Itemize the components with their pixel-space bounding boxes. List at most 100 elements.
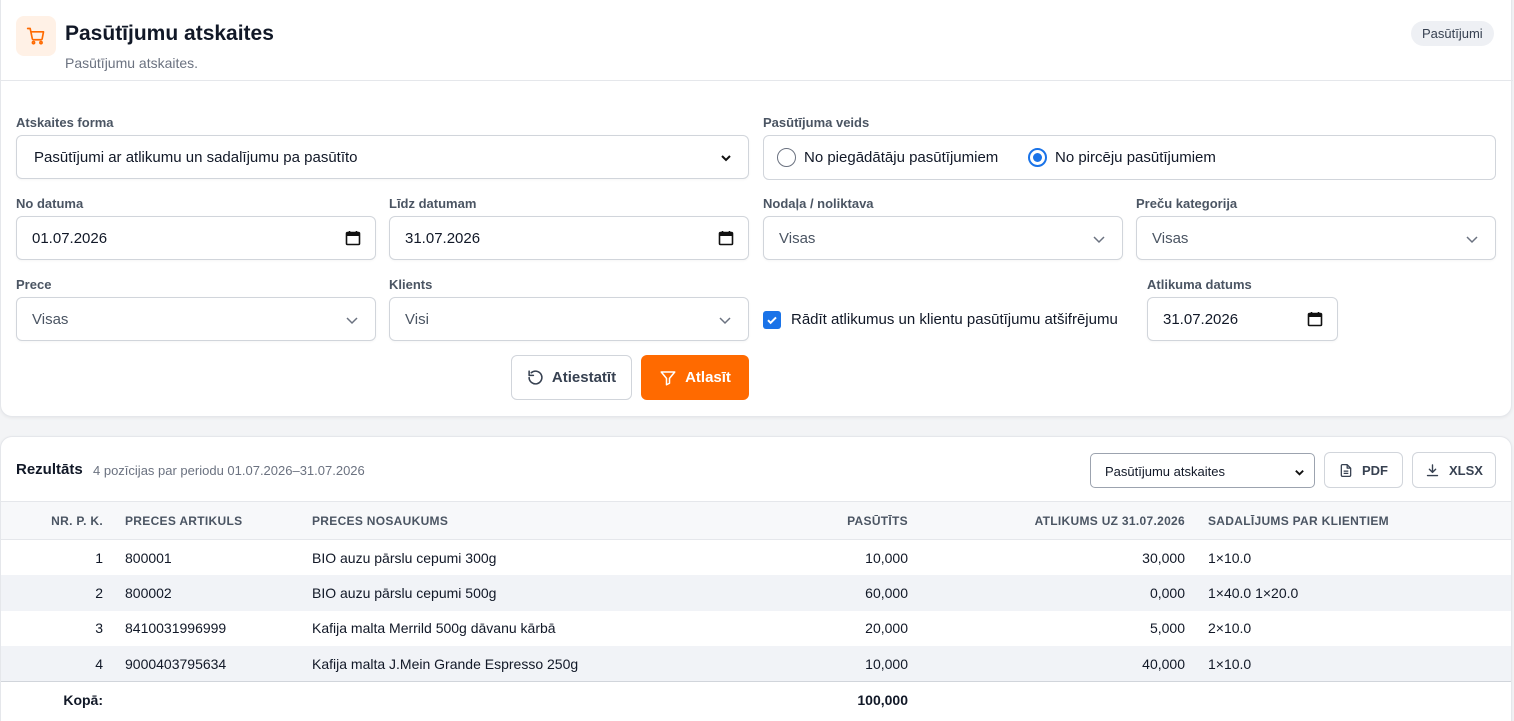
cell-balance: 0,000 <box>908 575 1185 611</box>
document-icon <box>1340 463 1352 477</box>
apply-button-label: Atlasīt <box>685 369 731 386</box>
shopping-cart-icon <box>16 16 56 56</box>
results-summary: 4 pozīcijas par periodu 01.07.2026–31.07… <box>93 463 365 478</box>
date-to-value: 31.07.2026 <box>405 229 481 247</box>
reset-button[interactable]: Atiestatīt <box>511 355 632 400</box>
cell-nr: 1 <box>95 549 103 566</box>
show-balances-label[interactable]: Rādīt atlikumus un klientu pasūtījumu at… <box>791 311 1118 328</box>
cell-sku: 800002 <box>103 575 312 611</box>
export-xlsx-label: XLSX <box>1449 462 1483 478</box>
reset-icon <box>528 370 543 385</box>
reset-button-label: Atiestatīt <box>551 369 617 386</box>
category-select[interactable]: Visas <box>1136 216 1496 260</box>
department-select[interactable]: Visas <box>763 216 1123 260</box>
chevron-down-icon <box>345 313 359 331</box>
cell-balance: 30,000 <box>1142 549 1185 566</box>
cell-split: 1×10.0 <box>1208 549 1252 566</box>
table-row[interactable]: 2 800002 BIO auzu pārslu cepumi 500g 60,… <box>1 575 1511 611</box>
cell-empty <box>1185 681 1511 718</box>
page-subtitle: Pasūtījumu atskaites. <box>65 55 199 71</box>
cell-sku: 8410031996999 <box>125 620 227 637</box>
calendar-icon[interactable] <box>718 230 734 250</box>
chevron-down-icon <box>1465 232 1479 250</box>
total-row: Kopā: 100,000 <box>1 681 1511 718</box>
col-split[interactable]: SADALĪJUMS PAR KLIENTIEM <box>1185 501 1511 540</box>
col-sku[interactable]: PRECES ARTIKULS <box>103 501 312 540</box>
radio-customer-orders[interactable] <box>1028 148 1047 167</box>
table-header-row: NR. P. K. PRECES ARTIKULS PRECES NOSAUKU… <box>1 501 1511 540</box>
table-row[interactable]: 3 8410031996999 Kafija malta Merrild 500… <box>1 611 1511 647</box>
filter-icon <box>660 370 676 385</box>
export-pdf-button[interactable]: PDF <box>1324 452 1403 488</box>
col-nr[interactable]: NR. P. K. <box>1 501 103 540</box>
show-balances-checkbox[interactable] <box>763 311 781 329</box>
calendar-icon[interactable] <box>345 230 361 250</box>
date-from-label: No datuma <box>16 196 84 211</box>
cell-ordered: 10,000 <box>629 646 908 682</box>
balance-date-value: 31.07.2026 <box>1163 310 1239 328</box>
cell-nr: 2 <box>1 575 103 611</box>
results-title: Rezultāts <box>16 461 83 478</box>
results-table: NR. P. K. PRECES ARTIKULS PRECES NOSAUKU… <box>1 501 1511 718</box>
calendar-icon[interactable] <box>1307 311 1323 331</box>
client-value: Visi <box>405 310 429 328</box>
export-pdf-label: PDF <box>1362 462 1388 478</box>
date-to-label: Līdz datumam <box>389 196 477 211</box>
cell-empty <box>103 681 312 718</box>
cell-split: 2×10.0 <box>1208 620 1252 637</box>
export-xlsx-button[interactable]: XLSX <box>1412 452 1496 488</box>
table-row[interactable]: 1 800001 BIO auzu pārslu cepumi 300g 10,… <box>1 540 1511 576</box>
balance-date-label: Atlikuma datums <box>1147 277 1252 292</box>
cell-split: 1×40.0 1×20.0 <box>1185 575 1511 611</box>
cell-ordered: 20,000 <box>865 620 908 637</box>
chevron-down-icon <box>718 313 732 331</box>
cell-nr: 4 <box>1 646 103 682</box>
date-to-input[interactable]: 31.07.2026 <box>389 216 749 260</box>
col-balance[interactable]: ATLIKUMS UZ 31.07.2026 <box>908 501 1185 540</box>
col-name[interactable]: PRECES NOSAUKUMS <box>312 501 629 540</box>
cell-name: Kafija malta J.Mein Grande Espresso 250g <box>312 646 629 682</box>
product-select[interactable]: Visas <box>16 297 376 341</box>
department-label: Nodaļa / noliktava <box>763 196 874 211</box>
category-value: Visas <box>1152 229 1189 247</box>
cell-name: BIO auzu pārslu cepumi 300g <box>312 549 497 566</box>
order-type-radio-group: No piegādātāju pasūtījumiem No pircēju p… <box>763 135 1496 180</box>
total-label: Kopā: <box>1 681 103 718</box>
report-type-select[interactable]: Pasūtījumu atskaites <box>1090 453 1315 488</box>
department-value: Visas <box>779 229 816 247</box>
table-row[interactable]: 4 9000403795634 Kafija malta J.Mein Gran… <box>1 646 1511 682</box>
cell-empty <box>312 681 629 718</box>
cell-split: 1×10.0 <box>1185 646 1511 682</box>
report-form-select[interactable]: Pasūtījumi ar atlikumu un sadalījumu pa … <box>16 135 749 179</box>
chevron-down-icon <box>720 151 732 168</box>
cell-name: Kafija malta Merrild 500g dāvanu kārbā <box>312 620 556 637</box>
date-from-input[interactable]: 01.07.2026 <box>16 216 376 260</box>
page-header: Pasūtījumu atskaites Pasūtījumu atskaite… <box>1 1 1513 81</box>
date-from-value: 01.07.2026 <box>32 229 108 247</box>
page-title: Pasūtījumu atskaites <box>65 22 274 45</box>
chevron-down-icon <box>1092 232 1106 250</box>
download-icon <box>1426 463 1439 476</box>
cell-sku: 9000403795634 <box>103 646 312 682</box>
col-ordered[interactable]: PASŪTĪTS <box>629 501 908 540</box>
client-select[interactable]: Visi <box>389 297 749 341</box>
balance-date-input[interactable]: 31.07.2026 <box>1147 297 1338 341</box>
order-type-label: Pasūtījuma veids <box>763 115 870 130</box>
cell-balance: 40,000 <box>908 646 1185 682</box>
report-form-label: Atskaites forma <box>16 115 114 130</box>
cell-ordered: 60,000 <box>629 575 908 611</box>
radio-customer-orders-label[interactable]: No pircēju pasūtījumiem <box>1055 149 1216 166</box>
cell-balance: 5,000 <box>1149 620 1185 637</box>
cell-nr: 3 <box>95 620 103 637</box>
radio-supplier-orders[interactable] <box>777 148 796 167</box>
cell-ordered: 10,000 <box>865 549 908 566</box>
apply-button[interactable]: Atlasīt <box>641 355 749 400</box>
cell-sku: 800001 <box>125 549 172 566</box>
client-label: Klients <box>389 277 433 292</box>
product-value: Visas <box>32 310 69 328</box>
radio-supplier-orders-label[interactable]: No piegādātāju pasūtījumiem <box>804 149 998 166</box>
report-type-value: Pasūtījumu atskaites <box>1105 464 1225 479</box>
filter-card: Pasūtījumu atskaites Pasūtījumu atskaite… <box>0 0 1513 417</box>
cell-name: BIO auzu pārslu cepumi 500g <box>312 575 629 611</box>
product-label: Prece <box>16 277 52 292</box>
